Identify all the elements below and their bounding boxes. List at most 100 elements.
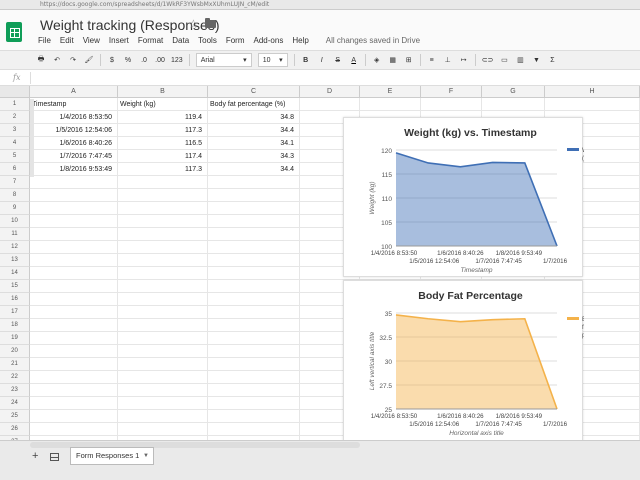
series-area[interactable] xyxy=(396,152,557,246)
column-header[interactable]: B xyxy=(118,86,208,98)
data-cell[interactable]: 1/5/2016 12:54:06 xyxy=(30,124,114,137)
row-header[interactable]: 17 xyxy=(0,306,30,319)
paint-format-icon[interactable]: 🖌 xyxy=(84,53,94,67)
row-header[interactable]: 16 xyxy=(0,293,30,306)
row-header[interactable]: 25 xyxy=(0,410,30,423)
menu-file[interactable]: File xyxy=(38,36,51,45)
sheets-logo-icon[interactable] xyxy=(6,22,22,42)
increase-decimal-button[interactable]: .00 xyxy=(155,53,165,67)
data-cell[interactable]: 117.4 xyxy=(118,150,204,163)
row-header[interactable]: 13 xyxy=(0,254,30,267)
row-header[interactable]: 23 xyxy=(0,384,30,397)
currency-button[interactable]: $ xyxy=(107,53,117,67)
data-cell[interactable]: 1/6/2016 8:40:26 xyxy=(30,137,114,150)
link-icon[interactable]: ⊂⊃ xyxy=(482,53,494,67)
font-family-select[interactable]: Arial ▾ xyxy=(195,53,252,67)
weight-chart[interactable]: Weight (kg) vs. Timestamp 120 115 110 105 100… xyxy=(343,117,584,277)
decrease-decimal-button[interactable]: .0 xyxy=(139,53,149,67)
data-cell[interactable]: 116.5 xyxy=(118,137,204,150)
row-header[interactable]: 10 xyxy=(0,215,30,228)
menu-addons[interactable]: Add-ons xyxy=(254,36,284,45)
body-fat-chart[interactable]: Body Fat Percentage 35 32.5 30 27.5 25 1/4/201… xyxy=(343,280,584,443)
print-icon[interactable]: 🖶 xyxy=(36,53,46,67)
select-all-corner[interactable] xyxy=(0,86,30,98)
series-area[interactable] xyxy=(396,314,557,409)
chart-icon[interactable]: ▥ xyxy=(515,53,525,67)
row-header[interactable]: 22 xyxy=(0,371,30,384)
row-header[interactable]: 19 xyxy=(0,332,30,345)
column-header[interactable]: D xyxy=(300,86,360,98)
bold-button[interactable]: B xyxy=(301,53,311,67)
strikethrough-button[interactable]: S xyxy=(333,53,343,67)
column-header[interactable]: E xyxy=(360,86,421,98)
folder-icon[interactable] xyxy=(205,18,216,28)
font-size-select[interactable]: 10 ▾ xyxy=(257,53,288,67)
data-cell[interactable]: 34.4 xyxy=(208,163,296,176)
text-wrap-icon[interactable]: ↦ xyxy=(459,53,469,67)
column-header[interactable]: A xyxy=(30,86,118,98)
row-header[interactable]: 1 xyxy=(0,98,30,111)
all-sheets-icon[interactable] xyxy=(50,453,59,461)
data-cell[interactable]: 119.4 xyxy=(118,111,204,124)
menu-tools[interactable]: Tools xyxy=(198,36,217,45)
text-color-button[interactable]: A xyxy=(349,53,359,67)
menu-edit[interactable]: Edit xyxy=(60,36,74,45)
data-cell[interactable]: 34.4 xyxy=(208,124,296,137)
horizontal-align-icon[interactable]: ≡ xyxy=(427,53,437,67)
row-header[interactable]: 6 xyxy=(0,163,30,176)
row-header[interactable]: 11 xyxy=(0,228,30,241)
data-cell[interactable]: 34.1 xyxy=(208,137,296,150)
row-header[interactable]: 24 xyxy=(0,397,30,410)
row-header[interactable]: 5 xyxy=(0,150,30,163)
undo-icon[interactable]: ↶ xyxy=(52,53,62,67)
legend-label[interactable]: Weight(kg) xyxy=(582,147,584,162)
add-sheet-icon[interactable]: + xyxy=(32,450,38,462)
column-header[interactable]: C xyxy=(208,86,300,98)
data-cell[interactable]: 34.3 xyxy=(208,150,296,163)
header-cell[interactable]: Body fat percentage (%) xyxy=(208,98,340,111)
row-header[interactable]: 2 xyxy=(0,111,30,124)
row-header[interactable]: 21 xyxy=(0,358,30,371)
menu-insert[interactable]: Insert xyxy=(109,36,129,45)
menu-help[interactable]: Help xyxy=(292,36,308,45)
data-cell[interactable]: 117.3 xyxy=(118,163,204,176)
vertical-align-icon[interactable]: ⊥ xyxy=(443,53,453,67)
data-cell[interactable]: 1/4/2016 8:53:50 xyxy=(30,111,114,124)
merge-cells-icon[interactable]: ⊞ xyxy=(404,53,414,67)
legend-label[interactable]: Bodyfatperc... xyxy=(582,316,584,339)
column-header[interactable]: H xyxy=(545,86,640,98)
legend-swatch[interactable] xyxy=(567,317,579,320)
data-cell[interactable]: 1/8/2016 9:53:49 xyxy=(30,163,114,176)
star-icon[interactable]: ☆ xyxy=(188,17,199,31)
row-header[interactable]: 9 xyxy=(0,202,30,215)
formula-input[interactable] xyxy=(36,73,632,83)
row-header[interactable]: 4 xyxy=(0,137,30,150)
row-header[interactable]: 26 xyxy=(0,423,30,436)
row-header[interactable]: 20 xyxy=(0,345,30,358)
row-header[interactable]: 7 xyxy=(0,176,30,189)
row-header[interactable]: 14 xyxy=(0,267,30,280)
column-header[interactable]: G xyxy=(482,86,545,98)
chevron-down-icon[interactable]: ▼ xyxy=(143,448,149,464)
menu-view[interactable]: View xyxy=(83,36,100,45)
save-status[interactable]: All changes saved in Drive xyxy=(326,36,420,45)
sheet-tab-form-responses[interactable]: Form Responses 1 ▼ xyxy=(70,447,154,465)
legend-swatch[interactable] xyxy=(567,148,579,151)
header-cell[interactable]: Timestamp xyxy=(30,98,118,111)
browser-url-bar[interactable]: https://docs.google.com/spreadsheets/d/1… xyxy=(0,0,640,10)
data-cell[interactable]: 1/7/2016 7:47:45 xyxy=(30,150,114,163)
row-header[interactable]: 3 xyxy=(0,124,30,137)
filter-icon[interactable]: ▼ xyxy=(531,53,541,67)
data-cell[interactable]: 34.8 xyxy=(208,111,296,124)
italic-button[interactable]: I xyxy=(317,53,327,67)
functions-button[interactable]: Σ xyxy=(547,53,557,67)
row-header[interactable]: 12 xyxy=(0,241,30,254)
menu-form[interactable]: Form xyxy=(226,36,245,45)
row-header[interactable]: 18 xyxy=(0,319,30,332)
row-header[interactable]: 15 xyxy=(0,280,30,293)
borders-icon[interactable]: ▦ xyxy=(388,53,398,67)
more-formats-button[interactable]: 123 xyxy=(171,53,183,67)
menu-data[interactable]: Data xyxy=(172,36,189,45)
redo-icon[interactable]: ↷ xyxy=(68,53,78,67)
fill-color-icon[interactable]: ◈ xyxy=(372,53,382,67)
